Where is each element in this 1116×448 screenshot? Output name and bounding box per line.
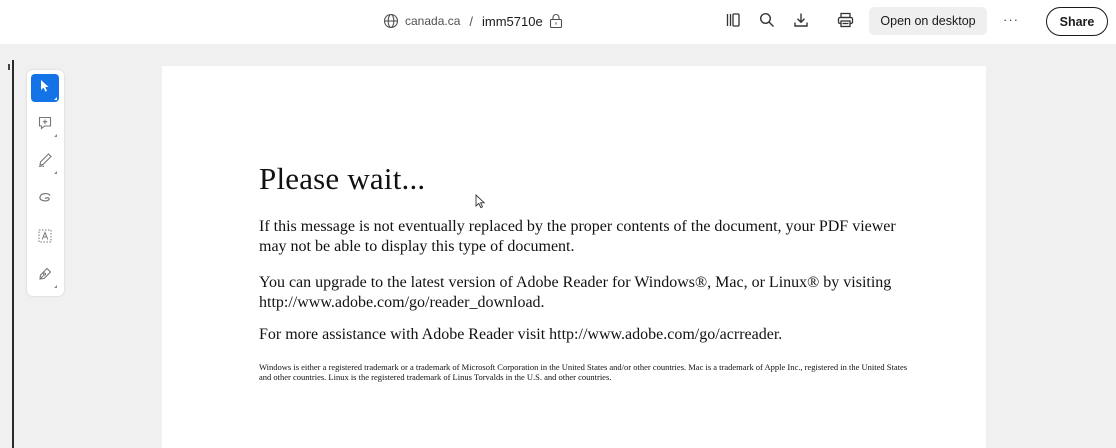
- pdf-page: Please wait... If this message is not ev…: [162, 66, 986, 448]
- text-box-icon: [37, 228, 53, 249]
- search-icon[interactable]: [757, 10, 777, 30]
- window-edge: [12, 60, 14, 448]
- site-link[interactable]: canada.ca: [405, 14, 460, 28]
- sign-pen-icon: [37, 266, 53, 287]
- tool-options-indicator: [54, 97, 57, 100]
- select-tool-button[interactable]: [31, 74, 59, 102]
- edge-notch: [8, 64, 10, 70]
- open-on-desktop-button[interactable]: Open on desktop: [869, 7, 987, 35]
- tool-options-indicator: [54, 134, 57, 137]
- sign-tool-button[interactable]: [31, 262, 59, 290]
- document-paragraph-3: For more assistance with Adobe Reader vi…: [259, 326, 783, 343]
- tool-rail: [27, 70, 64, 296]
- file-name[interactable]: imm5710e: [482, 14, 543, 29]
- arrow-cursor-icon: [39, 79, 51, 98]
- document-paragraph-2: You can upgrade to the latest version of…: [259, 274, 892, 311]
- add-comment-icon: [37, 115, 53, 136]
- breadcrumb-separator: /: [469, 13, 474, 29]
- pen-icon: [37, 152, 53, 173]
- share-button[interactable]: Share: [1046, 7, 1108, 36]
- download-icon[interactable]: [791, 10, 811, 30]
- print-icon[interactable]: [835, 10, 855, 30]
- lasso-icon: [37, 190, 53, 211]
- tool-options-indicator: [54, 285, 57, 288]
- freeform-tool-button[interactable]: [31, 186, 59, 214]
- breadcrumb: canada.ca / imm5710e: [383, 10, 563, 32]
- text-tool-button[interactable]: [31, 224, 59, 252]
- mouse-cursor-icon: [475, 193, 486, 214]
- more-options-button[interactable]: ···: [1000, 8, 1022, 32]
- lock-icon[interactable]: [549, 13, 563, 29]
- globe-icon: [383, 13, 399, 29]
- tool-options-indicator: [54, 171, 57, 174]
- top-toolbar: canada.ca / imm5710e Open on desktop ···…: [0, 0, 1116, 44]
- document-heading: Please wait...: [259, 161, 426, 196]
- comment-tool-button[interactable]: [31, 111, 59, 139]
- pages-panel-icon[interactable]: [723, 10, 743, 30]
- document-paragraph-1: If this message is not eventually replac…: [259, 218, 896, 255]
- trademark-notice: Windows is either a registered trademark…: [259, 362, 908, 382]
- draw-tool-button[interactable]: [31, 148, 59, 176]
